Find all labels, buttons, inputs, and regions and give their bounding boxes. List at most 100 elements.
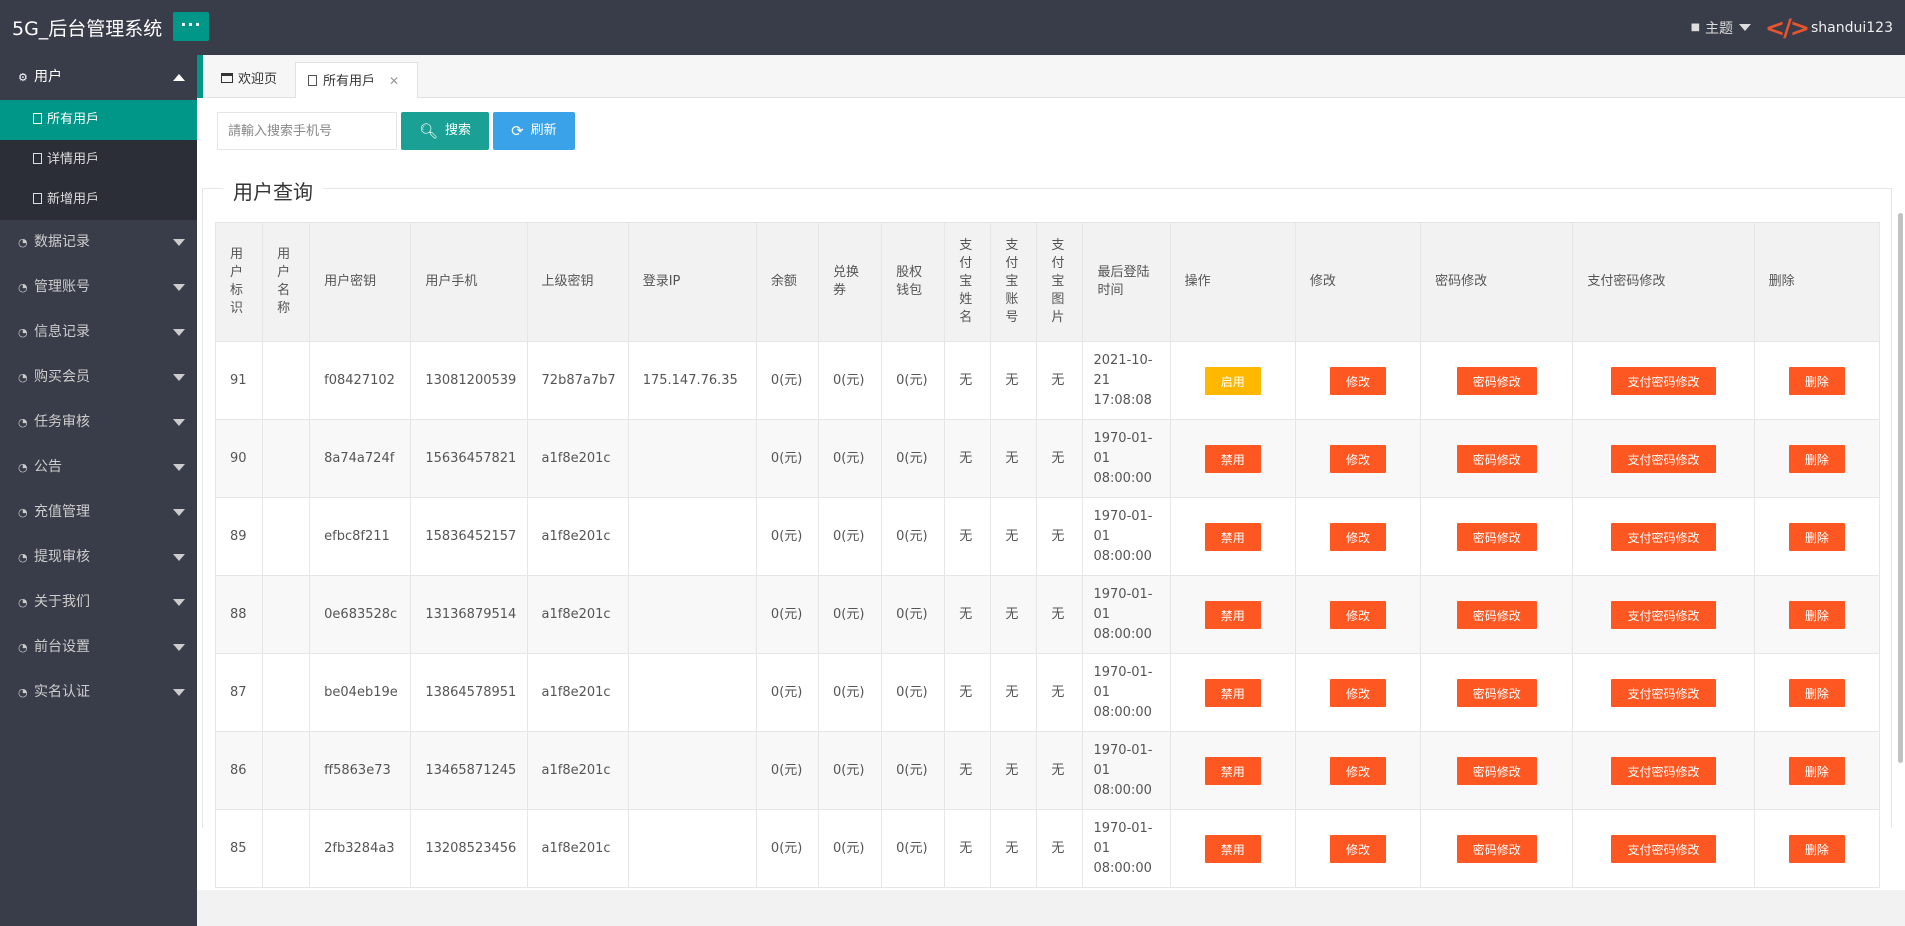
- edit-button[interactable]: 修改: [1329, 678, 1386, 707]
- cell-id: 91: [215, 341, 264, 420]
- refresh-button[interactable]: ⟳ 刷新: [493, 112, 575, 150]
- password-edit-button[interactable]: 密码修改: [1456, 522, 1537, 551]
- cell-action: 支付密码修改: [1572, 497, 1755, 576]
- sidebar-group-withdraw[interactable]: ◔ 提现审核: [0, 535, 197, 580]
- tab-label: 欢迎页: [238, 72, 278, 87]
- sidebar-item-user-details[interactable]: 详情用戶: [0, 140, 197, 180]
- scrollbar[interactable]: [1898, 213, 1903, 763]
- cell-balance: 0(元): [755, 497, 820, 576]
- edit-button[interactable]: 修改: [1329, 522, 1386, 551]
- delete-button[interactable]: 删除: [1788, 600, 1845, 629]
- edit-button[interactable]: 修改: [1329, 366, 1386, 395]
- password-edit-button[interactable]: 密码修改: [1456, 756, 1537, 785]
- pay-password-edit-button[interactable]: 支付密码修改: [1611, 600, 1716, 629]
- pay-password-edit-button[interactable]: 支付密码修改: [1611, 678, 1716, 707]
- col-header: 支付宝图片: [1036, 222, 1084, 342]
- chevron-down-icon: [173, 464, 185, 471]
- table-row: 87 be04eb19e 13864578951 a1f8e201c 0(元) 0(元) 0…: [215, 653, 1880, 732]
- password-edit-button[interactable]: 密码修改: [1456, 600, 1537, 629]
- tab-bar: 欢迎页 所有用戶 ✕: [197, 55, 1905, 165]
- sidebar-group-recharge[interactable]: ◔ 充值管理: [0, 490, 197, 535]
- status-toggle-button[interactable]: 禁用: [1204, 678, 1261, 707]
- menu-toggle-button[interactable]: ···: [173, 12, 209, 41]
- delete-button[interactable]: 删除: [1788, 678, 1845, 707]
- status-toggle-button[interactable]: 禁用: [1204, 600, 1261, 629]
- sidebar-group-data-records[interactable]: ◔ 数据记录: [0, 220, 197, 265]
- cell-action: 支付密码修改: [1572, 731, 1755, 810]
- password-edit-button[interactable]: 密码修改: [1456, 834, 1537, 863]
- search-input[interactable]: [217, 112, 397, 150]
- pay-password-edit-button[interactable]: 支付密码修改: [1611, 522, 1716, 551]
- table-row: 91 f08427102 13081200539 72b87a7b7 175.147.7…: [215, 341, 1880, 420]
- chevron-down-icon: [173, 644, 185, 651]
- status-toggle-button[interactable]: 启用: [1204, 366, 1261, 395]
- cell-parent: a1f8e201c: [526, 653, 629, 732]
- cell-phone: 13081200539: [410, 341, 528, 420]
- cell-ip: 175.147.76.35: [627, 341, 757, 420]
- cell-coupon: 0(元): [818, 497, 883, 576]
- dashboard-icon: ◔: [18, 416, 28, 429]
- tab-welcome[interactable]: 欢迎页: [209, 62, 289, 98]
- sidebar-item-new-users[interactable]: 新增用戶: [0, 180, 197, 220]
- cell-action: 修改: [1294, 653, 1422, 732]
- pay-password-edit-button[interactable]: 支付密码修改: [1611, 834, 1716, 863]
- password-edit-button[interactable]: 密码修改: [1456, 444, 1537, 473]
- cell-action: 支付密码修改: [1572, 341, 1755, 420]
- cell-parent: 72b87a7b7: [526, 341, 629, 420]
- cell-key: 8a74a724f: [309, 419, 412, 498]
- sidebar-item-label: 所有用戶: [47, 112, 100, 127]
- chevron-down-icon: [173, 284, 185, 291]
- top-header: 5G_后台管理系统 ··· ■ 主题 </> shandui123: [0, 0, 1905, 55]
- sidebar-group-announcement[interactable]: ◔ 公告: [0, 445, 197, 490]
- pay-password-edit-button[interactable]: 支付密码修改: [1611, 444, 1716, 473]
- cell-action: 修改: [1294, 731, 1422, 810]
- edit-button[interactable]: 修改: [1329, 834, 1386, 863]
- status-toggle-button[interactable]: 禁用: [1204, 444, 1261, 473]
- app-logo: 5G_后台管理系统: [12, 18, 163, 40]
- cell-phone: 15836452157: [410, 497, 528, 576]
- sidebar-group-admin-accounts[interactable]: ◔ 管理账号: [0, 265, 197, 310]
- sidebar-item-all-users[interactable]: 所有用戶: [0, 100, 197, 140]
- sidebar-group-label: 公告: [34, 459, 62, 475]
- chevron-down-icon: [173, 689, 185, 696]
- sidebar-group-label: 提现审核: [34, 549, 90, 565]
- dashboard-icon: ◔: [18, 506, 28, 519]
- status-toggle-button[interactable]: 禁用: [1204, 522, 1261, 551]
- pay-password-edit-button[interactable]: 支付密码修改: [1611, 366, 1716, 395]
- edit-button[interactable]: 修改: [1329, 756, 1386, 785]
- sidebar-group-task-review[interactable]: ◔ 任务审核: [0, 400, 197, 445]
- edit-button[interactable]: 修改: [1329, 444, 1386, 473]
- delete-button[interactable]: 删除: [1788, 366, 1845, 395]
- sidebar-group-frontend-settings[interactable]: ◔ 前台设置: [0, 625, 197, 670]
- cell-action: 禁用: [1169, 419, 1296, 498]
- dashboard-icon: ◔: [18, 281, 28, 294]
- close-icon[interactable]: ✕: [389, 74, 399, 88]
- status-toggle-button[interactable]: 禁用: [1204, 834, 1261, 863]
- delete-button[interactable]: 删除: [1788, 444, 1845, 473]
- password-edit-button[interactable]: 密码修改: [1456, 678, 1537, 707]
- cell-key: f08427102: [309, 341, 412, 420]
- status-toggle-button[interactable]: 禁用: [1204, 756, 1261, 785]
- password-edit-button[interactable]: 密码修改: [1456, 366, 1537, 395]
- theme-menu[interactable]: ■ 主题: [1691, 18, 1752, 38]
- search-button[interactable]: 🔍︎ 搜索: [401, 112, 490, 150]
- sidebar-group-user[interactable]: ⚙ 用户: [0, 55, 197, 100]
- delete-button[interactable]: 删除: [1788, 522, 1845, 551]
- cell-ali-img: 无: [1036, 731, 1084, 810]
- pay-password-edit-button[interactable]: 支付密码修改: [1611, 756, 1716, 785]
- tab-all-users[interactable]: 所有用戶 ✕: [295, 62, 419, 98]
- cell-name: [262, 341, 311, 420]
- sidebar-group-info-records[interactable]: ◔ 信息记录: [0, 310, 197, 355]
- delete-button[interactable]: 删除: [1788, 756, 1845, 785]
- user-menu[interactable]: </> shandui123: [1765, 14, 1893, 42]
- sidebar-group-membership[interactable]: ◔ 购买会员: [0, 355, 197, 400]
- edit-button[interactable]: 修改: [1329, 600, 1386, 629]
- sidebar-group-about[interactable]: ◔ 关于我们: [0, 580, 197, 625]
- cell-ip: [627, 419, 757, 498]
- cell-action: 修改: [1294, 419, 1422, 498]
- dashboard-icon: ◔: [18, 461, 28, 474]
- sidebar-group-verification[interactable]: ◔ 实名认证: [0, 670, 197, 715]
- gear-icon: ⚙: [18, 71, 28, 84]
- code-logo-icon: </>: [1765, 13, 1810, 42]
- delete-button[interactable]: 删除: [1788, 834, 1845, 863]
